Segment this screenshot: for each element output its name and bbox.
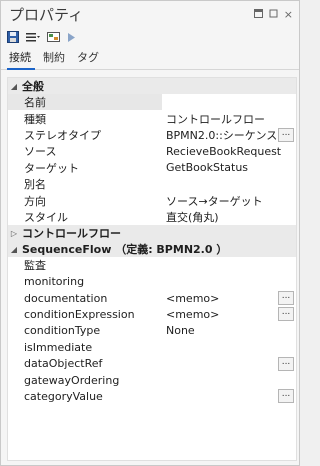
property-row-style[interactable]: スタイル 直交(角丸): [8, 209, 296, 225]
property-value[interactable]: 直交(角丸): [162, 209, 296, 225]
collapse-arrow-icon[interactable]: ◢: [8, 245, 20, 254]
property-key: ターゲット: [24, 161, 79, 175]
property-value[interactable]: GetBookStatus: [162, 161, 296, 174]
category-control-flow[interactable]: ▷ コントロールフロー: [8, 225, 296, 242]
title-bar: プロパティ ×: [1, 1, 299, 27]
property-key: スタイル: [24, 210, 68, 224]
property-row-direction[interactable]: 方向 ソース→ターゲット: [8, 192, 296, 208]
property-row-data-object-ref[interactable]: dataObjectRef ...: [8, 355, 296, 371]
window-title: プロパティ: [9, 5, 84, 24]
property-row-monitoring[interactable]: monitoring: [8, 274, 296, 290]
category-label: コントロールフロー: [22, 227, 121, 241]
close-icon[interactable]: ×: [284, 8, 293, 21]
tab-tags[interactable]: タグ: [75, 49, 105, 69]
property-row-audit[interactable]: 監査: [8, 257, 296, 273]
property-row-condition-expression[interactable]: conditionExpression <memo> ...: [8, 306, 296, 322]
property-row-alias[interactable]: 別名: [8, 176, 296, 192]
play-icon[interactable]: [67, 32, 76, 43]
property-row-type[interactable]: 種類 コントロールフロー: [8, 110, 296, 126]
ellipsis-button[interactable]: ...: [278, 291, 294, 306]
property-row-documentation[interactable]: documentation <memo> ...: [8, 290, 296, 306]
category-label: SequenceFlow （定義: BPMN2.0 ）: [22, 243, 228, 257]
property-value[interactable]: <memo>: [162, 308, 278, 321]
dock-icon[interactable]: [253, 8, 263, 21]
ellipsis-button[interactable]: ...: [278, 356, 294, 371]
property-value[interactable]: <memo>: [162, 292, 278, 305]
property-key: 名前: [8, 94, 162, 111]
menu-icon[interactable]: [26, 31, 40, 43]
property-key: gatewayOrdering: [24, 373, 120, 387]
property-row-source[interactable]: ソース RecieveBookRequest: [8, 143, 296, 159]
property-row-condition-type[interactable]: conditionType None: [8, 323, 296, 339]
ellipsis-button[interactable]: ...: [278, 127, 294, 142]
property-value[interactable]: コントロールフロー: [162, 111, 296, 127]
property-value[interactable]: RecieveBookRequest: [162, 145, 296, 158]
property-row-category-value[interactable]: categoryValue ...: [8, 388, 296, 404]
tab-constraints[interactable]: 制約: [41, 49, 71, 69]
property-key: 方向: [24, 194, 46, 208]
pin-icon[interactable]: [269, 8, 278, 21]
property-key: monitoring: [24, 275, 85, 289]
property-key: categoryValue: [24, 389, 103, 403]
property-key: 種類: [24, 112, 46, 126]
property-key: ソース: [24, 145, 57, 159]
property-row-name[interactable]: 名前: [8, 94, 296, 111]
property-value[interactable]: BPMN2.0::シーケンスフロー: [162, 127, 278, 143]
ellipsis-button[interactable]: ...: [278, 389, 294, 404]
property-row-gateway-ordering[interactable]: gatewayOrdering: [8, 372, 296, 388]
save-icon[interactable]: [7, 31, 19, 43]
property-grid: ◢ 全般 名前 種類 コントロールフロー ステレオタイプ BPMN2.0::シー…: [7, 77, 297, 461]
property-key: documentation: [24, 291, 108, 305]
property-key: dataObjectRef: [24, 357, 103, 371]
tab-connector[interactable]: 接続: [7, 49, 37, 70]
collapse-arrow-icon[interactable]: ◢: [8, 82, 20, 91]
ellipsis-button[interactable]: ...: [278, 307, 294, 322]
tab-bar: 接続 制約 タグ: [1, 47, 299, 70]
property-row-stereotype[interactable]: ステレオタイプ BPMN2.0::シーケンスフロー ...: [8, 127, 296, 143]
property-key: conditionExpression: [24, 307, 135, 321]
property-row-is-immediate[interactable]: isImmediate: [8, 339, 296, 355]
properties-panel: プロパティ × 接続 制約 タグ ◢ 全般 名前 種類 コントロールフロー ステ…: [0, 0, 300, 466]
category-sequence-flow[interactable]: ◢ SequenceFlow （定義: BPMN2.0 ）: [8, 241, 296, 258]
property-key: 監査: [24, 259, 46, 273]
property-key: 別名: [24, 178, 46, 192]
property-value[interactable]: ソース→ターゲット: [162, 193, 296, 209]
toolbar: [1, 27, 299, 47]
property-row-target[interactable]: ターゲット GetBookStatus: [8, 160, 296, 176]
category-general[interactable]: ◢ 全般: [8, 78, 296, 94]
property-key: conditionType: [24, 324, 101, 338]
title-bar-icons: ×: [253, 8, 293, 21]
property-value[interactable]: None: [162, 324, 296, 337]
property-key: ステレオタイプ: [24, 128, 101, 142]
category-label: 全般: [22, 80, 44, 93]
expand-arrow-icon[interactable]: ▷: [8, 229, 20, 238]
diagram-icon[interactable]: [47, 31, 60, 43]
property-key: isImmediate: [24, 340, 93, 354]
